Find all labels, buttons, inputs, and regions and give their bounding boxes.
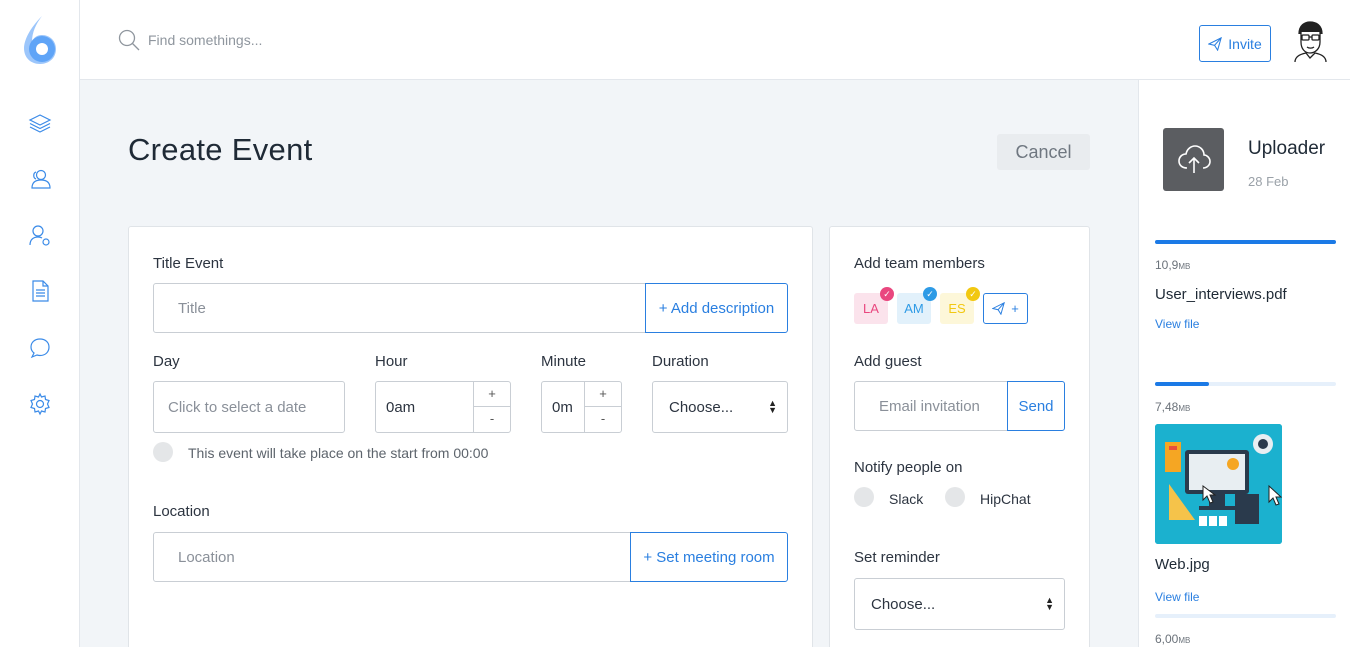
member-badge[interactable]: AM ✓ — [897, 287, 937, 324]
team-members-label: Add team members — [854, 255, 985, 272]
document-icon[interactable] — [28, 279, 52, 303]
cloud-upload-icon — [1177, 144, 1211, 173]
view-file-link[interactable]: View file — [1155, 590, 1199, 604]
add-description-button[interactable]: + Add description — [645, 283, 788, 333]
invite-button[interactable]: Invite — [1199, 25, 1271, 62]
notify-label: Notify people on — [854, 459, 963, 476]
day-label: Day — [153, 353, 180, 370]
hour-label: Hour — [375, 353, 408, 370]
view-file-link[interactable]: View file — [1155, 317, 1199, 331]
file-size: 6,00MB — [1155, 632, 1191, 646]
duration-select[interactable]: Choose... ▲ ▼ — [652, 381, 788, 433]
layers-icon[interactable] — [28, 111, 52, 135]
duration-value: Choose... — [669, 398, 734, 416]
duration-label: Duration — [652, 353, 709, 370]
date-placeholder: Click to select a date — [168, 398, 307, 416]
guest-placeholder: Email invitation — [879, 397, 980, 415]
select-arrows-icon: ▲ ▼ — [1045, 595, 1054, 612]
search-icon — [118, 29, 140, 51]
location-input[interactable]: Location — [153, 532, 631, 582]
hipchat-label: HipChat — [980, 491, 1031, 507]
minute-decrement-button[interactable]: - — [584, 407, 621, 432]
reminder-value: Choose... — [871, 595, 936, 613]
web-image-thumbnail[interactable] — [1155, 424, 1282, 544]
slack-radio[interactable] — [854, 487, 874, 507]
add-member-plus: + — [1011, 301, 1019, 316]
chat-icon[interactable] — [28, 336, 52, 360]
check-icon: ✓ — [923, 287, 937, 301]
upload-button[interactable] — [1163, 128, 1224, 191]
check-icon: ✓ — [966, 287, 980, 301]
file-name: User_interviews.pdf — [1155, 286, 1287, 303]
guest-email-input[interactable]: Email invitation — [854, 381, 1008, 431]
event-form-card: Title Event Title + Add description Day … — [128, 226, 813, 647]
send-icon — [1208, 36, 1223, 51]
file-name: Web.jpg — [1155, 556, 1210, 573]
file-size: 7,48MB — [1155, 400, 1191, 414]
cancel-button[interactable]: Cancel — [997, 134, 1090, 170]
event-time-note: This event will take place on the start … — [188, 445, 489, 461]
top-bar: Invite — [80, 0, 1350, 80]
member-initials: ES — [948, 301, 966, 316]
minute-label: Minute — [541, 353, 587, 370]
check-icon: ✓ — [880, 287, 894, 301]
member-initials: LA — [863, 301, 879, 316]
invite-label: Invite — [1228, 35, 1262, 52]
select-arrows-icon: ▲ ▼ — [768, 398, 777, 415]
slack-label: Slack — [889, 491, 924, 507]
hour-stepper[interactable]: 0am + - — [375, 381, 511, 433]
minute-increment-button[interactable]: + — [584, 382, 621, 407]
user-settings-icon[interactable] — [28, 223, 52, 247]
set-meeting-room-button[interactable]: + Set meeting room — [630, 532, 788, 582]
date-input[interactable]: Click to select a date — [153, 381, 345, 433]
hipchat-radio[interactable] — [945, 487, 965, 507]
member-initials: AM — [904, 301, 924, 316]
gear-icon[interactable] — [28, 392, 52, 416]
add-member-button[interactable]: + — [983, 293, 1028, 324]
upload-progress-bar — [1155, 382, 1336, 386]
title-event-label: Title Event — [153, 255, 224, 272]
search-input[interactable] — [148, 28, 468, 52]
send-guest-button[interactable]: Send — [1007, 381, 1065, 431]
guest-label: Add guest — [854, 353, 922, 370]
reminder-label: Set reminder — [854, 549, 940, 566]
title-input[interactable]: Title — [153, 283, 646, 333]
users-icon[interactable] — [28, 167, 52, 191]
app-logo-icon[interactable] — [20, 14, 60, 66]
avatar[interactable] — [1292, 20, 1328, 62]
event-options-card: Add team members LA ✓ AM ✓ ES ✓ + Add gu… — [829, 226, 1090, 647]
member-badge[interactable]: LA ✓ — [854, 287, 894, 324]
start-time-radio[interactable] — [153, 442, 173, 462]
send-icon — [992, 302, 1006, 315]
hour-increment-button[interactable]: + — [473, 382, 510, 407]
title-placeholder: Title — [178, 299, 206, 317]
location-label: Location — [153, 503, 210, 520]
hour-value: 0am — [386, 399, 416, 416]
location-placeholder: Location — [178, 548, 235, 566]
uploader-title: Uploader — [1248, 138, 1326, 159]
uploader-date: 28 Feb — [1248, 174, 1289, 189]
page-title: Create Event — [128, 132, 313, 167]
uploader-panel: Uploader 28 Feb 10,9MB User_interviews.p… — [1138, 80, 1350, 647]
file-size: 10,9MB — [1155, 258, 1191, 272]
minute-stepper[interactable]: 0m + - — [541, 381, 622, 433]
upload-progress-bar — [1155, 240, 1336, 244]
hour-decrement-button[interactable]: - — [473, 407, 510, 432]
member-badge[interactable]: ES ✓ — [940, 287, 980, 324]
upload-progress-bar — [1155, 614, 1336, 618]
minute-value: 0m — [552, 399, 573, 416]
reminder-select[interactable]: Choose... ▲ ▼ — [854, 578, 1065, 630]
sidebar — [0, 0, 80, 647]
